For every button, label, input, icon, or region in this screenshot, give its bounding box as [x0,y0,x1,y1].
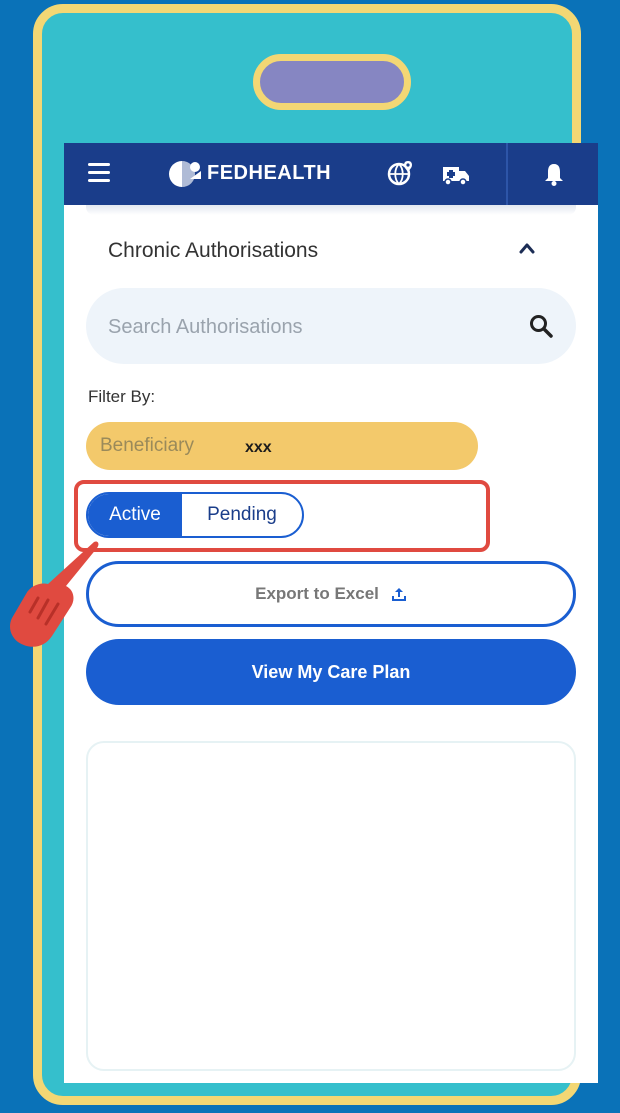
pointing-hand-icon [10,541,99,647]
header-shadow [86,205,576,215]
section-title: Chronic Authorisations [108,239,319,262]
highlight-box [74,480,490,552]
ambulance-icon[interactable] [441,159,471,189]
fedhealth-logo-icon [169,161,201,187]
app-screen: FEDHEALTH Chronic Authorisations Search … [64,143,598,1083]
export-label: Export to Excel [255,584,379,603]
menu-icon[interactable] [88,163,110,183]
search-input[interactable] [106,308,510,346]
device-speaker [253,54,411,110]
search-bar [86,288,576,364]
chevron-up-icon[interactable] [518,241,536,255]
beneficiary-label: Beneficiary [100,435,194,456]
care-plan-label: View My Care Plan [251,661,411,682]
search-icon[interactable] [528,313,554,339]
header-divider [506,143,508,205]
bell-icon[interactable] [539,159,569,189]
upload-icon [391,588,406,601]
view-my-care-plan-button[interactable]: View My Care Plan [86,639,576,705]
beneficiary-value: xxx [245,439,272,456]
globe-location-icon[interactable] [386,159,416,189]
app-header: FEDHEALTH [64,143,598,205]
export-to-excel-button[interactable]: Export to Excel [86,561,576,627]
beneficiary-select[interactable]: Beneficiary xxx [86,422,478,470]
brand-name: FEDHEALTH [207,162,332,184]
filter-label: Filter By: [88,387,156,406]
authorisations-list-card [86,741,576,1071]
